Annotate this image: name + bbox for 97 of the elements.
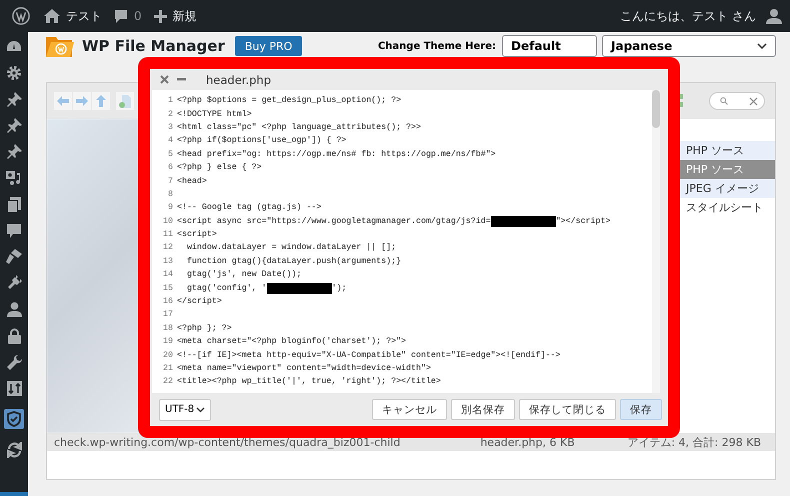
code-line: gtag('js', new Date()); xyxy=(186,270,302,280)
sync-icon[interactable] xyxy=(6,442,22,458)
line-number: 13 xyxy=(162,256,173,266)
code-line: <script> xyxy=(177,230,217,240)
line-number: 9 xyxy=(167,203,173,212)
file-info-text: header.php, 6 KB xyxy=(480,436,576,448)
media-icon[interactable] xyxy=(6,170,22,186)
code-line: <!-- Google tag (gtag.js) --> xyxy=(177,203,322,212)
clear-icon[interactable] xyxy=(749,96,758,106)
current-menu-marker xyxy=(0,492,28,496)
code-line: <title><?php wp_title('|', true, 'right'); ?></title> xyxy=(177,377,441,386)
line-number: 7 xyxy=(167,176,173,186)
code-line: gtag('config', ' xyxy=(186,284,267,293)
site-name-link[interactable]: テスト xyxy=(66,8,102,24)
theme-label: Change Theme Here: xyxy=(378,40,496,52)
scrollbar[interactable] xyxy=(652,90,660,393)
line-number: 14 xyxy=(162,270,173,280)
greeting-link[interactable]: こんにちは、テスト さん xyxy=(620,8,756,24)
page-title: WP File Manager xyxy=(82,37,225,55)
pin-icon[interactable] xyxy=(6,144,22,159)
line-number: 12 xyxy=(162,243,173,252)
file-type-item[interactable]: JPEG イメージ xyxy=(679,179,775,198)
line-number: 4 xyxy=(167,136,173,146)
code-line: <?php if($options['use_ogp']) { ?> xyxy=(177,136,346,146)
code-line: <!DOCTYPE html> xyxy=(177,110,252,119)
code-line: <meta name="viewport" content="width=device-width"> xyxy=(177,364,431,373)
plus-icon[interactable] xyxy=(154,10,167,22)
avatar-icon[interactable] xyxy=(766,8,782,24)
line-number: 11 xyxy=(162,230,173,240)
dialog-button[interactable]: 保存して閉じる xyxy=(519,399,616,420)
code-line: window.dataLayer = window.dataLayer || []; xyxy=(186,243,396,252)
line-number: 5 xyxy=(167,150,173,159)
code-line: <!--[if IE]><meta http-equiv="X-UA-Compatible" content="IE=edge"><![endif]--> xyxy=(177,350,560,360)
comment-count[interactable]: 0 xyxy=(134,9,142,23)
dialog-button[interactable]: キャンセル xyxy=(372,399,447,420)
line-number: 6 xyxy=(167,163,173,172)
lock-icon[interactable] xyxy=(8,328,20,344)
chevron-down-icon xyxy=(196,406,205,412)
file-type-item[interactable]: スタイルシート xyxy=(679,198,775,217)
pages-icon[interactable] xyxy=(7,197,21,213)
pin-icon[interactable] xyxy=(6,118,22,133)
code-line: <head> xyxy=(177,176,207,186)
line-number: 3 xyxy=(167,122,173,132)
close-icon[interactable] xyxy=(160,75,169,84)
theme-select[interactable]: Default xyxy=(502,35,597,57)
search-icon xyxy=(720,97,728,105)
gear-icon[interactable] xyxy=(6,65,22,81)
code-line: </script> xyxy=(177,297,222,306)
encoding-select[interactable]: UTF-8 xyxy=(159,398,211,420)
shield-check-icon[interactable] xyxy=(4,409,24,429)
summary-text: アイテム: 4, 合計: 298 KB xyxy=(627,434,761,450)
code-line: <script async src="https://www.googletagmanager.com/gtag/js?id= xyxy=(177,216,491,226)
code-line: '); xyxy=(332,284,347,293)
code-line: function gtag(){dataLayer.push(arguments);} xyxy=(186,256,402,266)
dialog-button[interactable]: 別名保存 xyxy=(451,399,515,420)
dialog-button[interactable]: 保存 xyxy=(620,399,662,420)
wordpress-logo-icon[interactable] xyxy=(12,7,30,25)
code-line: <head prefix="og: https://ogp.me/ns# fb: https://ogp.me/ns/fb#"> xyxy=(177,150,496,159)
code-line: <html class="pc" <?php language_attributes(); ?>> xyxy=(177,122,421,132)
line-number: 8 xyxy=(167,190,173,199)
wrench-icon[interactable] xyxy=(6,355,22,370)
brush-icon[interactable] xyxy=(6,249,22,264)
line-number: 16 xyxy=(162,297,173,306)
code-line: <?php } else { ?> xyxy=(177,163,262,172)
line-number: 21 xyxy=(162,364,173,373)
home-icon[interactable] xyxy=(44,9,60,23)
line-number: 15 xyxy=(162,284,173,293)
buy-pro-button[interactable]: Buy PRO xyxy=(234,36,302,56)
code-editor[interactable] xyxy=(152,90,660,393)
pin-icon[interactable] xyxy=(6,92,22,107)
line-number: 22 xyxy=(162,377,173,386)
search-field[interactable] xyxy=(709,92,765,110)
path-text: check.wp-writing.com/wp-content/themes/quadra_biz001-child xyxy=(54,436,400,448)
code-line: <?php $options = get_design_plus_option(); ?> xyxy=(177,96,402,106)
dialog-title: header.php xyxy=(206,72,272,86)
new-link[interactable]: 新規 xyxy=(172,8,197,24)
comment-icon[interactable] xyxy=(114,10,128,22)
code-line: "></script> xyxy=(556,216,610,226)
sliders-icon[interactable] xyxy=(6,381,22,396)
code-line: <?php }; ?> xyxy=(177,324,232,333)
comment-icon[interactable] xyxy=(7,224,21,238)
line-number: 17 xyxy=(162,310,173,320)
line-number: 2 xyxy=(167,110,173,119)
line-number: 18 xyxy=(162,324,173,333)
code-line: <meta charset="<?php bloginfo('charset'); ?>"> xyxy=(177,337,406,346)
minimize-icon[interactable] xyxy=(177,78,186,81)
line-number: 19 xyxy=(162,337,173,346)
plug-icon[interactable] xyxy=(6,275,22,291)
language-select[interactable]: Japanese xyxy=(602,35,776,57)
line-number: 10 xyxy=(162,216,173,226)
line-number: 20 xyxy=(162,350,173,360)
chevron-down-icon xyxy=(757,43,767,49)
line-number: 1 xyxy=(167,96,173,106)
file-type-item[interactable]: PHP ソース xyxy=(679,141,775,160)
dashboard-icon[interactable] xyxy=(6,40,22,54)
folder-logo-icon xyxy=(46,35,74,57)
user-icon[interactable] xyxy=(6,302,22,317)
